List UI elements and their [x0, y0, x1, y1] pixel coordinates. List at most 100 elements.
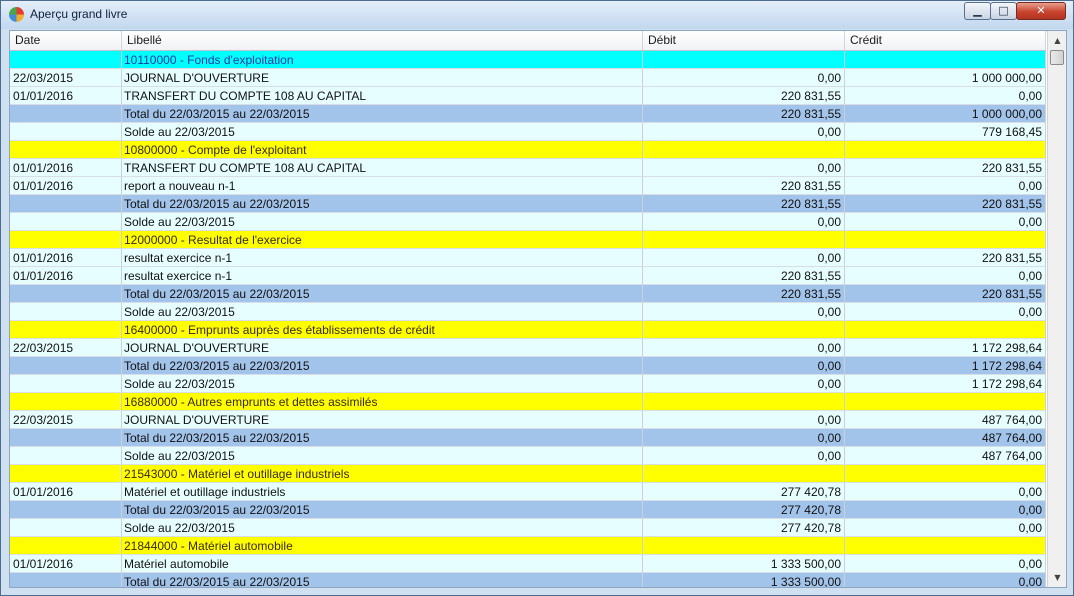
credit-cell: 0,00	[845, 573, 1046, 587]
credit-cell: 0,00	[845, 519, 1046, 537]
debit-cell	[643, 141, 845, 159]
total-row[interactable]: Total du 22/03/2015 au 22/03/2015 0,00 487…	[10, 429, 1046, 447]
date-cell	[10, 105, 122, 123]
credit-cell: 1 172 298,64	[845, 339, 1046, 357]
total-row[interactable]: Total du 22/03/2015 au 22/03/2015 220 831…	[10, 195, 1046, 213]
date-cell: 01/01/2016	[10, 159, 122, 177]
libelle-cell: 16880000 - Autres emprunts et dettes ass…	[122, 393, 643, 411]
column-header: Date Libellé Débit Crédit	[10, 31, 1046, 51]
debit-cell	[643, 537, 845, 555]
chevron-down-icon[interactable]: ▼	[1049, 569, 1066, 586]
debit-cell: 0,00	[643, 69, 845, 87]
balance-row[interactable]: Solde au 22/03/2015 0,00 487 764,00	[10, 447, 1046, 465]
libelle-cell: Total du 22/03/2015 au 22/03/2015	[122, 285, 643, 303]
credit-cell	[845, 465, 1046, 483]
entry-row[interactable]: 01/01/2016 TRANSFERT DU COMPTE 108 AU CAP…	[10, 159, 1046, 177]
debit-cell: 0,00	[643, 303, 845, 321]
date-cell	[10, 123, 122, 141]
credit-cell	[845, 141, 1046, 159]
debit-cell: 220 831,55	[643, 285, 845, 303]
column-header-libelle[interactable]: Libellé	[122, 31, 643, 50]
entry-row[interactable]: 22/03/2015 JOURNAL D'OUVERTURE 0,00 1 000 0…	[10, 69, 1046, 87]
libelle-cell: Total du 22/03/2015 au 22/03/2015	[122, 573, 643, 587]
credit-cell: 1 172 298,64	[845, 357, 1046, 375]
total-row[interactable]: Total du 22/03/2015 au 22/03/2015 0,00 1 1…	[10, 357, 1046, 375]
column-header-debit[interactable]: Débit	[643, 31, 845, 50]
libelle-cell: Matériel automobile	[122, 555, 643, 573]
entry-row[interactable]: 01/01/2016 report a nouveau n-1 220 831,55…	[10, 177, 1046, 195]
entry-row[interactable]: 22/03/2015 JOURNAL D'OUVERTURE 0,00 1 172 2…	[10, 339, 1046, 357]
libelle-cell: Total du 22/03/2015 au 22/03/2015	[122, 429, 643, 447]
credit-cell: 0,00	[845, 267, 1046, 285]
entry-row[interactable]: 01/01/2016 resultat exercice n-1 220 831,5…	[10, 267, 1046, 285]
date-cell: 01/01/2016	[10, 267, 122, 285]
credit-cell: 1 172 298,64	[845, 375, 1046, 393]
libelle-cell: Total du 22/03/2015 au 22/03/2015	[122, 357, 643, 375]
credit-cell: 0,00	[845, 555, 1046, 573]
debit-cell: 220 831,55	[643, 177, 845, 195]
account-header-row[interactable]: 16880000 - Autres emprunts et dettes ass…	[10, 393, 1046, 411]
balance-row[interactable]: Solde au 22/03/2015 0,00 1 172 298,64	[10, 375, 1046, 393]
debit-cell: 0,00	[643, 339, 845, 357]
libelle-cell: 10110000 - Fonds d'exploitation	[122, 51, 643, 69]
debit-cell: 0,00	[643, 213, 845, 231]
account-header-row[interactable]: 12000000 - Resultat de l'exercice	[10, 231, 1046, 249]
credit-cell	[845, 393, 1046, 411]
libelle-cell: 16400000 - Emprunts auprès des établisse…	[122, 321, 643, 339]
account-header-row[interactable]: 10800000 - Compte de l'exploitant	[10, 141, 1046, 159]
credit-cell	[845, 537, 1046, 555]
date-cell	[10, 537, 122, 555]
vertical-scrollbar[interactable]: ▲ ▼	[1047, 31, 1066, 587]
title-bar[interactable]: Aperçu grand livre ▁ □ ✕	[1, 1, 1073, 29]
date-cell	[10, 213, 122, 231]
debit-cell: 277 420,78	[643, 501, 845, 519]
minimize-button[interactable]: ▁	[964, 2, 991, 20]
entry-row[interactable]: 01/01/2016 Matériel et outillage industri…	[10, 483, 1046, 501]
date-cell	[10, 303, 122, 321]
balance-row[interactable]: Solde au 22/03/2015 0,00 0,00	[10, 213, 1046, 231]
date-cell	[10, 321, 122, 339]
scrollbar-thumb[interactable]	[1050, 50, 1064, 65]
credit-cell: 1 000 000,00	[845, 105, 1046, 123]
total-row[interactable]: Total du 22/03/2015 au 22/03/2015 277 420…	[10, 501, 1046, 519]
balance-row[interactable]: Solde au 22/03/2015 0,00 779 168,45	[10, 123, 1046, 141]
date-cell	[10, 573, 122, 587]
balance-row[interactable]: Solde au 22/03/2015 0,00 0,00	[10, 303, 1046, 321]
date-cell	[10, 231, 122, 249]
entry-row[interactable]: 01/01/2016 Matériel automobile 1 333 500,0…	[10, 555, 1046, 573]
credit-cell: 0,00	[845, 87, 1046, 105]
date-cell	[10, 375, 122, 393]
column-header-credit[interactable]: Crédit	[845, 31, 1046, 50]
total-row[interactable]: Total du 22/03/2015 au 22/03/2015 220 831…	[10, 105, 1046, 123]
libelle-cell: 10800000 - Compte de l'exploitant	[122, 141, 643, 159]
credit-cell: 779 168,45	[845, 123, 1046, 141]
balance-row[interactable]: Solde au 22/03/2015 277 420,78 0,00	[10, 519, 1046, 537]
date-cell: 01/01/2016	[10, 177, 122, 195]
libelle-cell: JOURNAL D'OUVERTURE	[122, 411, 643, 429]
credit-cell: 487 764,00	[845, 447, 1046, 465]
date-cell	[10, 465, 122, 483]
total-row[interactable]: Total du 22/03/2015 au 22/03/2015 220 831…	[10, 285, 1046, 303]
libelle-cell: Total du 22/03/2015 au 22/03/2015	[122, 105, 643, 123]
entry-row[interactable]: 22/03/2015 JOURNAL D'OUVERTURE 0,00 487 764…	[10, 411, 1046, 429]
account-header-row[interactable]: 10110000 - Fonds d'exploitation	[10, 51, 1046, 69]
account-header-row[interactable]: 16400000 - Emprunts auprès des établisse…	[10, 321, 1046, 339]
libelle-cell: report a nouveau n-1	[122, 177, 643, 195]
ledger-grid: Date Libellé Débit Crédit 10110000 - Fon…	[9, 30, 1067, 588]
total-row[interactable]: Total du 22/03/2015 au 22/03/2015 1 333 5…	[10, 573, 1046, 587]
chevron-up-icon[interactable]: ▲	[1049, 32, 1066, 49]
debit-cell: 1 333 500,00	[643, 555, 845, 573]
account-header-row[interactable]: 21543000 - Matériel et outillage industr…	[10, 465, 1046, 483]
close-button[interactable]: ✕	[1016, 2, 1066, 20]
column-header-date[interactable]: Date	[10, 31, 122, 50]
credit-cell: 220 831,55	[845, 195, 1046, 213]
libelle-cell: Matériel et outillage industriels	[122, 483, 643, 501]
entry-row[interactable]: 01/01/2016 TRANSFERT DU COMPTE 108 AU CAP…	[10, 87, 1046, 105]
entry-row[interactable]: 01/01/2016 resultat exercice n-1 0,00 220 8…	[10, 249, 1046, 267]
maximize-button[interactable]: □	[990, 2, 1017, 20]
date-cell: 01/01/2016	[10, 249, 122, 267]
app-icon	[9, 7, 24, 22]
date-cell	[10, 357, 122, 375]
account-header-row[interactable]: 21844000 - Matériel automobile	[10, 537, 1046, 555]
credit-cell: 0,00	[845, 177, 1046, 195]
